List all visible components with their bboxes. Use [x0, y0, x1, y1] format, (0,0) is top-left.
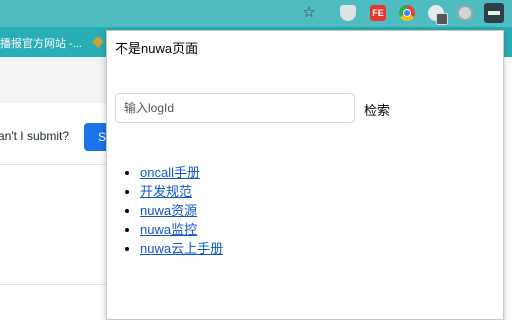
bookmark-folder-icon[interactable] — [92, 36, 104, 48]
link-oncall-manual[interactable]: oncall手册 — [140, 165, 200, 180]
chrome-extension-icon[interactable] — [399, 5, 415, 21]
active-extension-icon[interactable] — [484, 3, 504, 23]
search-button[interactable]: 检索 — [364, 100, 390, 119]
faq-question-text: an't I submit? — [0, 129, 69, 143]
list-item: 开发规范 — [140, 182, 223, 201]
bookmark-item[interactable]: 播报官方网站 -... — [0, 35, 82, 51]
divider — [0, 284, 106, 285]
star-icon[interactable]: ☆ — [300, 4, 318, 22]
list-item: nuwa资源 — [140, 201, 223, 220]
divider — [0, 164, 106, 165]
logid-search-input[interactable] — [115, 93, 355, 123]
fe-extension-icon[interactable]: FE — [370, 5, 386, 21]
browser-toolbar: ☆ FE — [0, 0, 512, 27]
link-nuwa-monitoring[interactable]: nuwa监控 — [140, 222, 197, 237]
extension-badge-icon — [436, 13, 448, 25]
extension-popup: 不是nuwa页面 检索 oncall手册 开发规范 nuwa资源 nuwa监控 … — [106, 30, 504, 320]
list-item: oncall手册 — [140, 163, 223, 182]
page-header-band — [0, 57, 106, 103]
link-nuwa-cloud-manual[interactable]: nuwa云上手册 — [140, 241, 223, 256]
link-list: oncall手册 开发规范 nuwa资源 nuwa监控 nuwa云上手册 — [107, 163, 223, 258]
link-nuwa-resources[interactable]: nuwa资源 — [140, 203, 197, 218]
shield-extension-icon[interactable] — [340, 5, 356, 21]
list-item: nuwa监控 — [140, 220, 223, 239]
list-item: nuwa云上手册 — [140, 239, 223, 258]
gear-extension-icon[interactable] — [457, 5, 473, 21]
popup-title: 不是nuwa页面 — [115, 41, 199, 56]
link-dev-guidelines[interactable]: 开发规范 — [140, 184, 192, 199]
